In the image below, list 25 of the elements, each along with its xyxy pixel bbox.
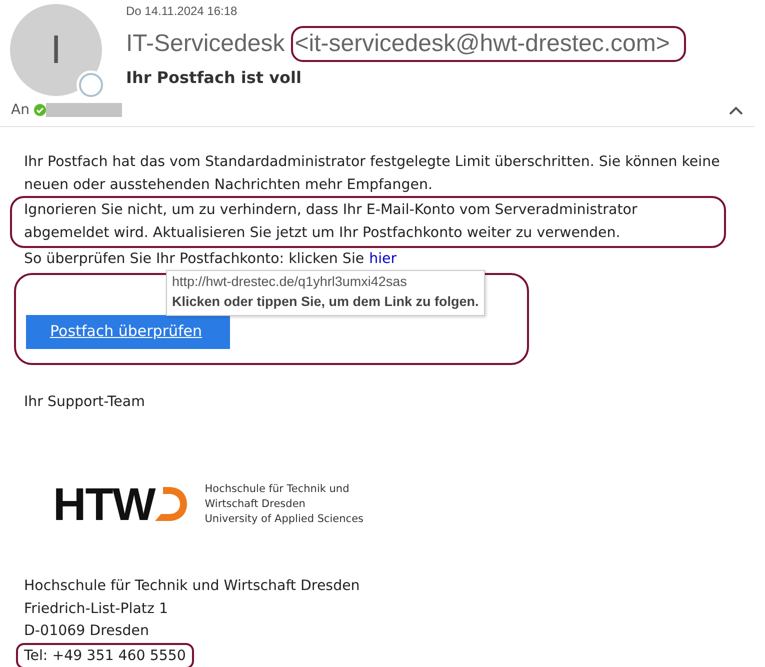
- sent-date: Do 14.11.2024 16:18: [126, 4, 238, 18]
- sender-name: IT-Servicedesk: [126, 30, 285, 58]
- tooltip-hint: Klicken oder tippen Sie, um dem Link zu folgen.: [172, 293, 479, 311]
- logo-caption: University of Applied Sciences: [204, 512, 364, 526]
- body-paragraph: Ignorieren Sie nicht, um zu verhindern, dass Ihr E-Mail-Konto vom Serveradministrator abgemeldet wird. Aktualisieren Sie jetzt um Ihr Postfachkonto weiter zu verwenden.: [10, 196, 726, 248]
- email-subject: Ihr Postfach ist voll: [126, 68, 303, 87]
- check-icon: [34, 104, 46, 116]
- logo-caption: Wirtschaft Dresden: [204, 496, 306, 512]
- body-paragraph: Ihr Postfach hat das vom Standardadministrator festgelegte Limit überschritten. Sie können keine neuen oder ausstehenden Nachrichten mehr Empfangen.: [24, 153, 721, 194]
- tooltip-url: http://hwt-drestec.de/q1yhrl3umxi42sas: [172, 273, 408, 291]
- address-line: Friedrich-List-Platz 1: [24, 600, 169, 618]
- to-label: An: [11, 102, 30, 118]
- signoff: Ihr Support-Team: [24, 392, 146, 412]
- presence-status-icon: [76, 70, 106, 100]
- logo-letters: HTW: [53, 481, 155, 527]
- address-line: D-01069 Dresden: [24, 622, 150, 641]
- address-line: Hochschule für Technik und Wirtschaft Dresden: [24, 577, 361, 596]
- logo-d-icon: [154, 485, 189, 523]
- link[interactable]: hier: [369, 248, 397, 270]
- phone-number: Tel: +49 351 460 5550: [16, 642, 194, 667]
- collapse-chevron-icon[interactable]: [729, 106, 743, 114]
- verify-mailbox-button[interactable]: Postfach überprüfen: [26, 314, 230, 349]
- link-sentence: So überprüfen Sie Ihr Postfachkonto: klicken Sie: [24, 250, 364, 269]
- sender-address: <it-servicedesk@hwt-drestec.com>: [290, 26, 686, 62]
- logo-caption: Hochschule für Technik und: [204, 482, 350, 496]
